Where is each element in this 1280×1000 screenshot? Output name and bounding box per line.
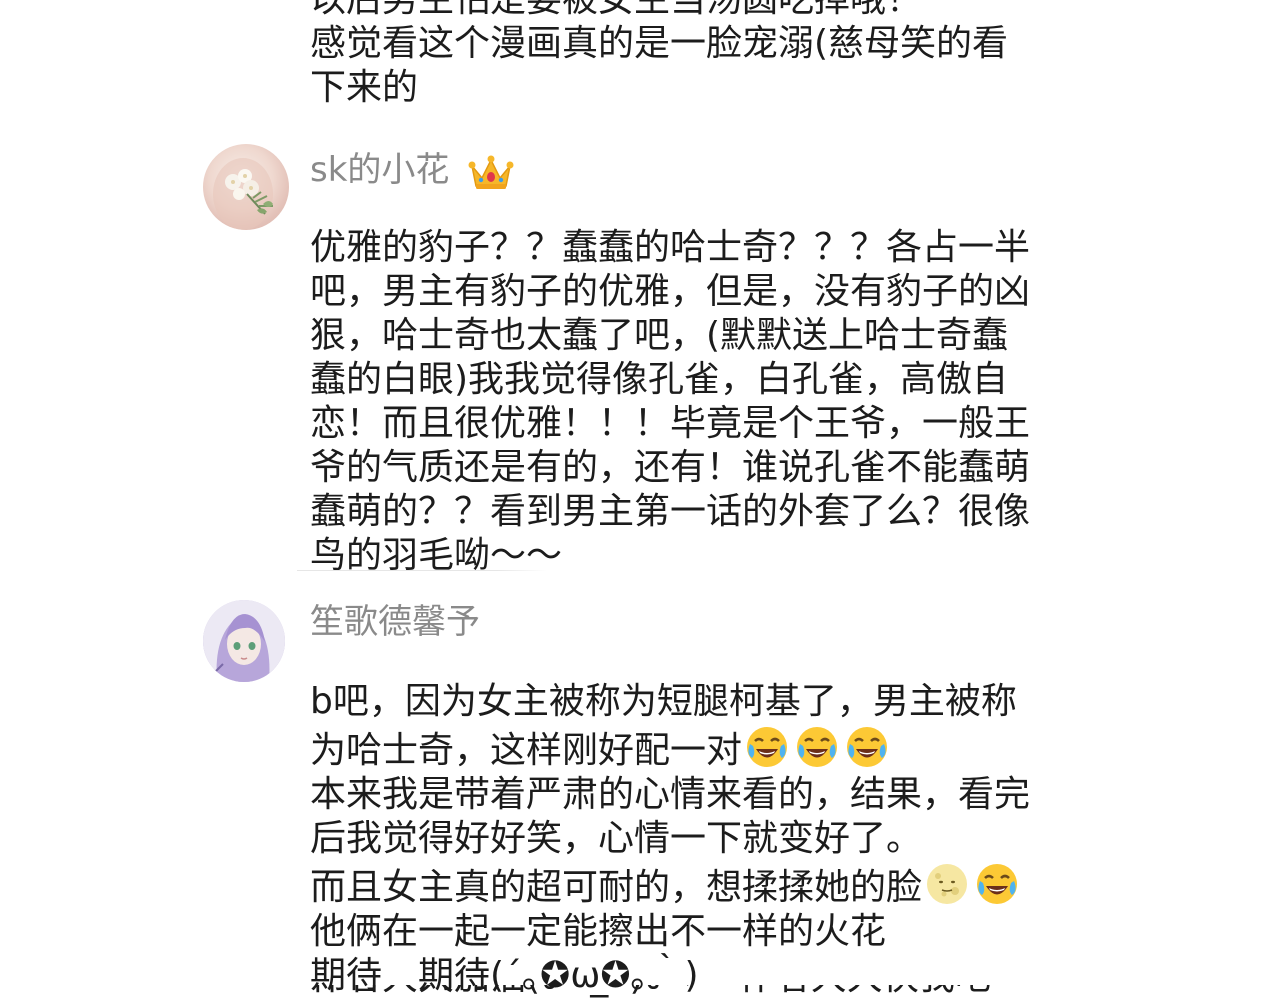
comment-line: 吧，男主有豹子的优雅，但是，没有豹子的凶 <box>310 271 1031 312</box>
comment-line-text: 而且女主真的超可耐的，想揉揉她的脸 <box>310 867 923 908</box>
username-text[interactable]: 笙歌德馨予 <box>310 602 480 642</box>
comment-line: 以后男主怕是要被女主当汤圆吃掉哦！ <box>310 0 1070 22</box>
flower-avatar-icon <box>213 158 273 230</box>
comment-line: b吧，因为女主被称为短腿柯基了，男主被称 <box>310 681 1017 722</box>
laughing-tears-icon <box>977 864 1018 904</box>
comment-line: 后我觉得好好笑，心情一下就变好了。 <box>310 818 923 859</box>
comment-line: 下来的 <box>310 67 419 108</box>
comment-line: 狠，哈士奇也太蠢了吧，(默默送上哈士奇蠢 <box>310 315 1009 356</box>
cut-off-comment-line: 作者大大加油(ง •̀_•́)ง ❤「作者大大快我吧 <box>0 985 1280 1000</box>
avatar[interactable] <box>203 600 285 682</box>
previous-comment-text: 以后男主怕是要被女主当汤圆吃掉哦！ 感觉看这个漫画真的是一脸宠溺(慈母笑的看 下… <box>310 0 1070 110</box>
comment-line: 感觉看这个漫画真的是一脸宠溺(慈母笑的看 <box>310 23 1009 64</box>
username[interactable]: sk的小花 <box>310 150 514 192</box>
moon-face-icon <box>927 864 968 904</box>
laughing-tears-icon <box>747 727 788 767</box>
avatar[interactable] <box>203 144 289 230</box>
comment-line: 蠢萌的？？看到男主第一话的外套了么？很像 <box>310 491 1031 532</box>
divider <box>297 570 547 571</box>
comment-line: 作者大大加油(ง •̀_•́)ง ❤「作者大大快我吧 <box>310 985 991 1000</box>
comment-text: 优雅的豹子？？蠢蠢的哈士奇？？？各占一半 吧，男主有豹子的优雅，但是，没有豹子的… <box>310 226 1070 578</box>
comment-line: 爷的气质还是有的，还有！谁说孔雀不能蠢萌 <box>310 447 1031 488</box>
comment-text: b吧，因为女主被称为短腿柯基了，男主被称 为哈士奇，这样刚好配一对 本来我是带着… <box>310 680 1070 998</box>
comment-line: 本来我是带着严肃的心情来看的，结果，看完 <box>310 774 1031 815</box>
comment-line: 鸟的羽毛呦～～ <box>310 535 563 576</box>
anime-girl-avatar-icon <box>203 600 285 682</box>
comment-line-with-emoji: 为哈士奇，这样刚好配一对 <box>310 724 1070 773</box>
username[interactable]: 笙歌德馨予 <box>310 602 480 642</box>
username-text[interactable]: sk的小花 <box>310 150 449 190</box>
comment-line-with-emoji: 而且女主真的超可耐的，想揉揉她的脸 <box>310 861 1070 910</box>
crown-icon <box>468 155 514 189</box>
comment-line-text: 为哈士奇，这样刚好配一对 <box>310 730 743 771</box>
comment-line: 蠢的白眼)我我觉得像孔雀，白孔雀，高傲自 <box>310 359 1009 400</box>
comment-line: 他俩在一起一定能擦出不一样的火花 <box>310 911 887 952</box>
comment-line: 恋！而且很优雅！！！毕竟是个王爷，一般王 <box>310 403 1031 444</box>
comment-feed: 以后男主怕是要被女主当汤圆吃掉哦！ 感觉看这个漫画真的是一脸宠溺(慈母笑的看 下… <box>0 0 1280 1000</box>
laughing-tears-icon <box>847 727 888 767</box>
laughing-tears-icon <box>797 727 838 767</box>
comment-line: 优雅的豹子？？蠢蠢的哈士奇？？？各占一半 <box>310 227 1031 268</box>
